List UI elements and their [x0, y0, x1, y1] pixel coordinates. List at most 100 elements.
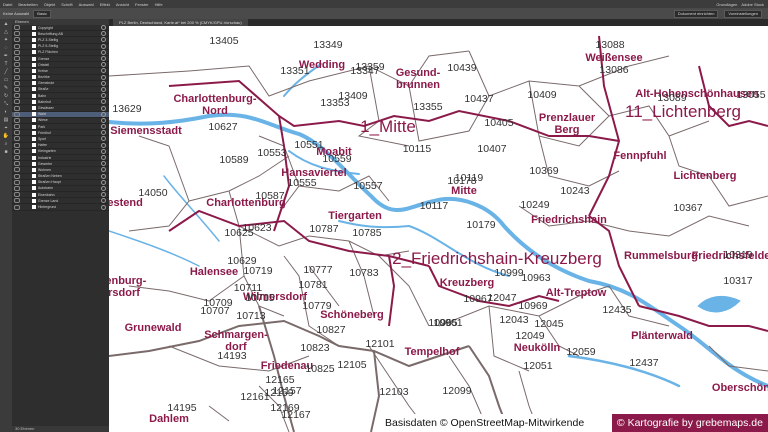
visibility-eye-icon[interactable]	[14, 192, 20, 198]
visibility-eye-icon[interactable]	[14, 111, 20, 117]
place-label-fennpfuhl: Fennpfuhl	[613, 150, 666, 162]
visibility-eye-icon[interactable]	[14, 93, 20, 99]
postcode-label: 12105	[337, 359, 366, 371]
hand-tool-icon[interactable]: ✋	[2, 133, 10, 139]
layer-target-icon[interactable]	[101, 204, 106, 210]
shape-builder-tool-icon[interactable]: ◐	[2, 109, 10, 115]
document-setup-button[interactable]: Dokument einrichten	[673, 9, 719, 18]
layer-target-icon[interactable]	[101, 117, 106, 123]
menu-item[interactable]: Objekt	[41, 2, 59, 7]
layer-thumbnail	[32, 56, 36, 61]
layer-thumbnail	[32, 192, 36, 197]
visibility-eye-icon[interactable]	[14, 161, 20, 167]
visibility-eye-icon[interactable]	[14, 86, 20, 92]
layer-target-icon[interactable]	[101, 68, 106, 74]
layer-target-icon[interactable]	[101, 80, 106, 86]
layer-target-icon[interactable]	[101, 74, 106, 80]
visibility-eye-icon[interactable]	[14, 105, 20, 111]
layer-target-icon[interactable]	[101, 142, 106, 148]
visibility-eye-icon[interactable]	[14, 80, 20, 86]
visibility-eye-icon[interactable]	[14, 198, 20, 204]
gradient-tool-icon[interactable]: ▤	[2, 117, 10, 123]
visibility-eye-icon[interactable]	[14, 25, 20, 31]
rotate-tool-icon[interactable]: ↻	[2, 93, 10, 99]
menu-item[interactable]: Effekt	[97, 2, 113, 7]
layer-target-icon[interactable]	[101, 155, 106, 161]
line-tool-icon[interactable]: ╱	[2, 69, 10, 75]
layer-target-icon[interactable]	[101, 124, 106, 130]
magic-wand-tool-icon[interactable]: ✦	[2, 37, 10, 43]
visibility-eye-icon[interactable]	[14, 68, 20, 74]
stock-search[interactable]: Adobe Stock	[741, 2, 764, 7]
layer-target-icon[interactable]	[101, 130, 106, 136]
menu-item[interactable]: Auswahl	[76, 2, 97, 7]
visibility-eye-icon[interactable]	[14, 155, 20, 161]
menu-item[interactable]: Schrift	[58, 2, 75, 7]
style-dropdown[interactable]: Basic	[33, 9, 52, 18]
visibility-eye-icon[interactable]	[14, 37, 20, 43]
layer-target-icon[interactable]	[101, 37, 106, 43]
layer-target-icon[interactable]	[101, 86, 106, 92]
artboard-canvas[interactable]: Wedding Gesund-brunnen Weißensee Alt-Hohens…	[109, 26, 768, 432]
visibility-eye-icon[interactable]	[14, 142, 20, 148]
postcode-label: 10117	[420, 200, 449, 212]
layer-target-icon[interactable]	[101, 161, 106, 167]
visibility-eye-icon[interactable]	[14, 124, 20, 130]
visibility-eye-icon[interactable]	[14, 179, 20, 185]
visibility-eye-icon[interactable]	[14, 49, 20, 55]
layer-name: Grenze	[38, 56, 50, 61]
visibility-eye-icon[interactable]	[14, 148, 20, 154]
menu-item[interactable]: Hilfe	[152, 2, 166, 7]
visibility-eye-icon[interactable]	[14, 56, 20, 62]
rectangle-tool-icon[interactable]: ▭	[2, 77, 10, 83]
visibility-eye-icon[interactable]	[14, 136, 20, 142]
workspace-switcher[interactable]: Grundlagen	[716, 2, 737, 7]
layer-target-icon[interactable]	[101, 105, 106, 111]
layer-target-icon[interactable]	[101, 56, 106, 62]
pen-tool-icon[interactable]: ✒	[2, 53, 10, 59]
preferences-button[interactable]: Voreinstellungen	[724, 9, 762, 18]
layer-target-icon[interactable]	[101, 93, 106, 99]
visibility-eye-icon[interactable]	[14, 62, 20, 68]
layer-target-icon[interactable]	[101, 148, 106, 154]
brush-tool-icon[interactable]: ✎	[2, 85, 10, 91]
layer-target-icon[interactable]	[101, 49, 106, 55]
visibility-eye-icon[interactable]	[14, 43, 20, 49]
document-tab[interactable]: PLZ Berlin, Deutschland, Karte.ai* bei 2…	[113, 19, 248, 26]
menu-item[interactable]: Fenster	[132, 2, 152, 7]
visibility-eye-icon[interactable]	[14, 204, 20, 210]
type-tool-icon[interactable]: T	[2, 61, 10, 67]
visibility-eye-icon[interactable]	[14, 31, 20, 37]
layer-target-icon[interactable]	[101, 43, 106, 49]
visibility-eye-icon[interactable]	[14, 74, 20, 80]
visibility-eye-icon[interactable]	[14, 185, 20, 191]
visibility-eye-icon[interactable]	[14, 173, 20, 179]
layer-target-icon[interactable]	[101, 179, 106, 185]
menu-item[interactable]: Bearbeiten	[15, 2, 40, 7]
visibility-eye-icon[interactable]	[14, 167, 20, 173]
menu-item[interactable]: Ansicht	[113, 2, 132, 7]
lasso-tool-icon[interactable]: ◌	[2, 45, 10, 51]
fill-stroke-icon[interactable]: ■	[2, 149, 10, 155]
scale-tool-icon[interactable]: ⤡	[2, 101, 10, 107]
menu-item[interactable]: Datei	[0, 2, 15, 7]
layer-target-icon[interactable]	[101, 173, 106, 179]
eyedropper-tool-icon[interactable]: ⌖	[2, 125, 10, 131]
layer-target-icon[interactable]	[101, 167, 106, 173]
visibility-eye-icon[interactable]	[14, 117, 20, 123]
layer-target-icon[interactable]	[101, 198, 106, 204]
layer-target-icon[interactable]	[101, 62, 106, 68]
layer-target-icon[interactable]	[101, 136, 106, 142]
layer-target-icon[interactable]	[101, 99, 106, 105]
layer-target-icon[interactable]	[101, 185, 106, 191]
visibility-eye-icon[interactable]	[14, 130, 20, 136]
visibility-eye-icon[interactable]	[14, 99, 20, 105]
direct-selection-tool-icon[interactable]: △	[2, 29, 10, 35]
layer-target-icon[interactable]	[101, 111, 106, 117]
layer-target-icon[interactable]	[101, 192, 106, 198]
layer-target-icon[interactable]	[101, 31, 106, 37]
selection-tool-icon[interactable]: ▲	[2, 21, 10, 27]
layer-row[interactable]: Hintergrund	[12, 204, 109, 211]
zoom-tool-icon[interactable]: ⌕	[2, 141, 10, 147]
layer-target-icon[interactable]	[101, 25, 106, 31]
